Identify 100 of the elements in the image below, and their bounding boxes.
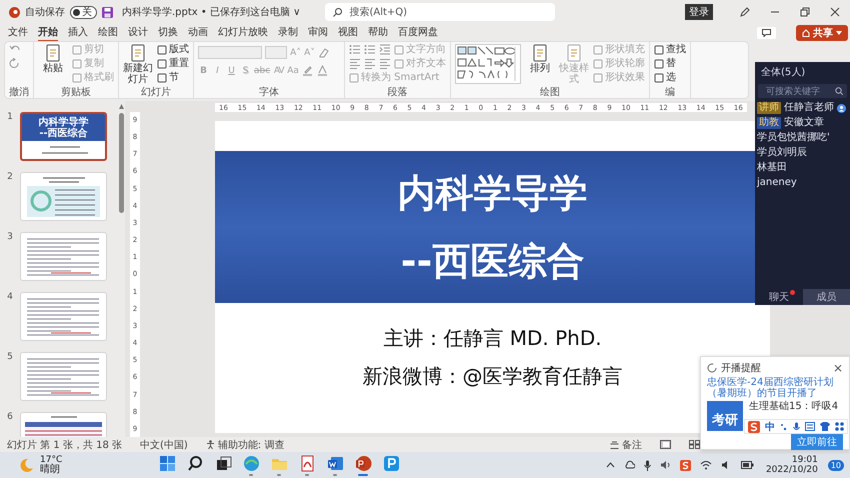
ribbon-tab[interactable]: 帮助: [368, 24, 388, 42]
member-name: 学员刘明辰: [757, 147, 807, 159]
search-icon: [333, 8, 342, 17]
ribbon-tab[interactable]: 幻灯片放映: [218, 24, 268, 42]
ribbon-button[interactable]: 节: [157, 72, 189, 84]
letter-p-app-icon[interactable]: [382, 454, 401, 473]
restore-icon[interactable]: [800, 7, 810, 17]
speech-bubble-icon: [762, 28, 771, 36]
font-name-field[interactable]: [198, 46, 262, 59]
popup-message[interactable]: 忠保医学-24届西综密研计划（暑期班）的节目开播了: [707, 377, 843, 399]
grid-view-icon[interactable]: [689, 440, 700, 449]
slide-number: 6: [6, 412, 14, 422]
popup-title: 开播提醒: [721, 362, 761, 375]
align-icon[interactable]: [379, 58, 391, 70]
square-icon: [654, 45, 664, 55]
scroll-up-arrow-icon[interactable]: [119, 104, 124, 109]
ribbon-tab[interactable]: 审阅: [308, 24, 328, 42]
role-tag: 助教: [757, 117, 781, 129]
house-icon: [802, 28, 810, 36]
ribbon-button[interactable]: 新建幻灯片: [123, 44, 153, 85]
shirt-icon[interactable]: [820, 422, 830, 431]
grid-icon[interactable]: [835, 422, 844, 431]
square-icon: [349, 73, 359, 83]
join-button[interactable]: 立即前往: [791, 434, 843, 450]
slide-number: 4: [6, 292, 14, 302]
save-icon[interactable]: [102, 6, 113, 18]
ribbon-tab[interactable]: 文件: [8, 24, 28, 42]
microphone-icon[interactable]: [793, 422, 800, 432]
s-logo-icon[interactable]: [680, 460, 691, 470]
slide-number: 1: [6, 112, 14, 122]
slide-counter: 幻灯片 第 1 张，共 18 张: [7, 438, 122, 452]
ribbon-button[interactable]: 粘贴: [38, 44, 68, 74]
close-button[interactable]: ×: [832, 361, 843, 375]
microphone-icon[interactable]: [644, 460, 651, 470]
s-logo-icon[interactable]: [748, 420, 760, 432]
ribbon-tab[interactable]: 绘图: [98, 24, 118, 42]
keyboard-icon[interactable]: [805, 422, 815, 431]
accessibility-button[interactable]: 辅助功能: 调查: [206, 438, 284, 452]
punctuation-icon[interactable]: [780, 422, 788, 431]
ribbon-tab[interactable]: 设计: [128, 24, 148, 42]
wifi-icon[interactable]: [700, 460, 712, 470]
document-icon: [44, 44, 62, 62]
search-icon[interactable]: [186, 454, 205, 473]
ribbon-button[interactable]: 重置: [157, 58, 189, 70]
scrollbar-thumb[interactable]: [119, 113, 124, 213]
notification-badge[interactable]: 10: [828, 460, 844, 470]
square-icon: [157, 59, 167, 69]
ribbon-button[interactable]: 替: [654, 58, 686, 70]
ribbon-button[interactable]: 版式: [157, 44, 189, 56]
square-icon: [593, 73, 603, 83]
ribbon-button[interactable]: 排列: [525, 44, 555, 74]
cloud-sync-icon[interactable]: [624, 460, 635, 470]
notes-icon: [610, 440, 619, 449]
indent-icon[interactable]: [379, 44, 391, 56]
ribbon-tab[interactable]: 插入: [68, 24, 88, 42]
ribbon-tab[interactable]: 切换: [158, 24, 178, 42]
font-size-field[interactable]: [265, 46, 287, 59]
list-icon[interactable]: [349, 44, 361, 56]
eraser-icon[interactable]: [318, 46, 330, 58]
battery-icon[interactable]: [740, 461, 754, 469]
speaker-icon[interactable]: [660, 460, 671, 470]
input-mode-button[interactable]: 中: [765, 420, 775, 434]
document-icon: [531, 44, 549, 62]
square-icon: [157, 45, 167, 55]
windows-logo-icon[interactable]: [158, 454, 177, 473]
caret-icon: [836, 30, 842, 34]
notes-button[interactable]: 备注: [610, 438, 642, 452]
normal-view-icon[interactable]: [660, 440, 671, 449]
group-label: 撤消: [9, 87, 29, 98]
word-icon[interactable]: [326, 454, 345, 473]
pen-icon[interactable]: [740, 7, 750, 17]
search-field[interactable]: 搜索(Alt+Q): [325, 3, 556, 21]
share-button[interactable]: 共享: [796, 24, 848, 40]
presentation-app-icon[interactable]: [354, 454, 373, 473]
ribbon-tab[interactable]: 百度网盘: [398, 24, 438, 42]
ribbon-button[interactable]: 选: [654, 72, 686, 84]
autosave-toggle[interactable]: 关: [70, 6, 97, 18]
marker-icon[interactable]: [302, 65, 314, 77]
letter-a-icon[interactable]: [316, 65, 329, 77]
chevron-up-icon[interactable]: [606, 462, 615, 468]
close-icon[interactable]: [830, 7, 840, 17]
panel-tab[interactable]: 成员: [802, 289, 850, 305]
language-label: 中文(中国): [140, 438, 188, 452]
align-icon[interactable]: [349, 58, 361, 70]
member-name: 任静言老师: [784, 102, 834, 114]
document-title[interactable]: 内科学导学.pptx • 已保存到这台电脑 ∨: [122, 5, 300, 19]
list-icon[interactable]: [364, 44, 376, 56]
slide-thumbnail[interactable]: 内科学导学 --西医综合: [20, 112, 107, 161]
shapes-gallery[interactable]: [455, 44, 521, 84]
ribbon-tab[interactable]: 动画: [188, 24, 208, 42]
redo-icon[interactable]: [9, 58, 21, 70]
square-icon: [394, 45, 404, 55]
ribbon-tab[interactable]: 录制: [278, 24, 298, 42]
comments-button[interactable]: [757, 26, 776, 38]
ribbon-button[interactable]: 查找: [654, 44, 686, 56]
member-search-field[interactable]: 可搜索关键字: [758, 84, 847, 98]
align-icon[interactable]: [364, 58, 376, 70]
square-icon: [72, 73, 82, 83]
sign-in-button[interactable]: 登录: [685, 4, 713, 20]
ribbon-tab[interactable]: 视图: [338, 24, 358, 42]
